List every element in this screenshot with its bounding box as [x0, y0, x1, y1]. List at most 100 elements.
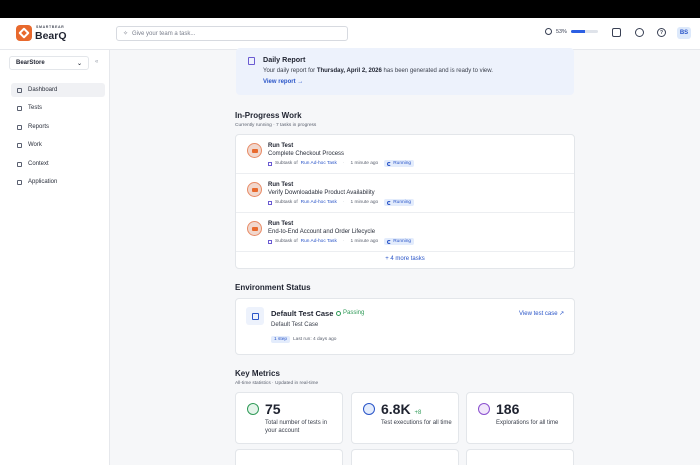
separator: · — [342, 161, 345, 166]
spinner-icon — [387, 239, 392, 244]
spinner-icon — [387, 161, 392, 166]
metric-number: 6.8K — [381, 401, 411, 417]
metric-label: Test executions for all time — [381, 420, 452, 426]
bot-avatar-icon — [247, 182, 262, 197]
subtask-prefix: Subtask of — [275, 239, 298, 244]
subtask-link[interactable]: Run Ad-hoc Task — [301, 200, 337, 205]
separator: · — [342, 200, 345, 205]
separator: · — [342, 239, 345, 244]
env-case-title: Default Test Case — [271, 309, 334, 318]
task-row[interactable]: Run Test End-to-End Account and Order Li… — [236, 213, 574, 252]
brand-small: SMARTBEAR — [36, 25, 65, 29]
top-black-bar — [0, 0, 700, 18]
subtask-icon — [268, 239, 272, 244]
metric-card-tests[interactable]: 75 Total number of tests in your account — [235, 392, 343, 444]
metric-number: 186 — [496, 401, 520, 417]
sidebar-item-label: Dashboard — [28, 87, 58, 93]
document-icon — [248, 57, 255, 65]
task-time: 1 minute ago — [350, 200, 379, 205]
report-text-before: Your daily report for — [263, 68, 316, 74]
subtask-prefix: Subtask of — [275, 161, 298, 166]
spinner-icon — [387, 200, 392, 205]
bot-avatar-icon — [247, 143, 262, 158]
task-name: Complete Checkout Process — [268, 151, 345, 157]
sidebar-item-work[interactable]: Work — [11, 138, 105, 152]
sidebar-item-label: Context — [28, 161, 49, 167]
help-icon[interactable]: ? — [657, 28, 666, 37]
more-tasks-link[interactable]: + 4 more tasks — [236, 256, 574, 262]
task-name: End-to-End Account and Order Lifecycle — [268, 229, 376, 235]
metric-label: Total number of tests in your account — [265, 420, 328, 434]
in-progress-subtitle: Currently running · 7 tasks in progress — [235, 123, 317, 128]
report-text: Your daily report for Thursday, April 2,… — [263, 68, 493, 74]
metric-card-executions[interactable]: 6.8K +8 Test executions for all time — [351, 392, 459, 444]
task-row[interactable]: Run Test Complete Checkout Process Subta… — [236, 135, 574, 174]
sidebar-item-dashboard[interactable]: Dashboard — [11, 83, 105, 97]
status-label: Running — [393, 239, 412, 244]
sparkle-icon: ✧ — [123, 31, 129, 37]
metric-card-explorations[interactable]: 186 Explorations for all time — [466, 392, 574, 444]
task-meta: Subtask of Run Ad-hoc Task · 1 minute ag… — [268, 160, 415, 167]
task-meta: Subtask of Run Ad-hoc Task · 1 minute ag… — [268, 238, 415, 245]
task-type: Run Test — [268, 182, 294, 188]
usage-progress[interactable]: 53% — [545, 28, 598, 35]
sidebar-item-reports[interactable]: Reports — [11, 120, 105, 134]
task-input[interactable]: ✧ Give your team a task... — [116, 26, 348, 41]
settings-icon[interactable] — [635, 28, 644, 37]
status-label: Running — [393, 200, 412, 205]
report-text-after: has been generated and is ready to view. — [383, 68, 493, 74]
store-name: BearStore — [16, 60, 45, 66]
progress-gear-icon — [545, 28, 552, 35]
task-time: 1 minute ago — [350, 161, 379, 166]
task-name: Verify Downloadable Product Availability — [268, 190, 375, 196]
bearq-logo[interactable] — [16, 25, 32, 41]
map-icon — [478, 403, 490, 415]
in-progress-title: In-Progress Work — [235, 111, 302, 120]
play-icon — [363, 403, 375, 415]
env-icon-box — [246, 307, 264, 325]
sidebar-item-tests[interactable]: Tests — [11, 101, 105, 115]
view-report-link[interactable]: View report → — [263, 79, 303, 85]
subtask-link[interactable]: Run Ad-hoc Task — [301, 161, 337, 166]
report-title: Daily Report — [263, 55, 306, 64]
user-avatar[interactable]: BS — [677, 27, 691, 39]
collapse-sidebar-icon[interactable]: « — [95, 59, 98, 65]
task-row[interactable]: Run Test Verify Downloadable Product Ava… — [236, 174, 574, 213]
message-icon[interactable] — [612, 28, 621, 37]
metric-value: 6.8K +8 — [381, 401, 421, 417]
metric-card-partial — [466, 449, 574, 465]
metrics-title: Key Metrics — [235, 369, 280, 378]
subtask-icon — [268, 200, 272, 205]
subtask-icon — [268, 161, 272, 166]
task-time: 1 minute ago — [350, 239, 379, 244]
sidebar-item-label: Reports — [28, 124, 50, 130]
chevron-down-icon: ⌄ — [76, 60, 82, 67]
environment-title: Environment Status — [235, 283, 311, 292]
report-date: Thursday, April 2, 2026 — [316, 68, 382, 74]
progress-percent: 53% — [556, 28, 567, 35]
progress-bar — [570, 30, 598, 33]
reports-icon — [17, 124, 22, 130]
layers-icon — [251, 312, 259, 320]
application-icon — [17, 179, 22, 185]
sidebar-item-label: Work — [28, 142, 42, 148]
metric-card-partial — [235, 449, 343, 465]
task-meta: Subtask of Run Ad-hoc Task · 1 minute ag… — [268, 199, 415, 206]
work-icon — [17, 142, 22, 148]
store-selector[interactable]: BearStore ⌄ — [9, 56, 89, 70]
metric-card-partial — [351, 449, 459, 465]
view-test-case-link[interactable]: View test case ↗ — [519, 310, 564, 317]
sidebar-item-context[interactable]: Context — [11, 157, 105, 171]
status-badge: Running — [384, 160, 415, 167]
pencil-icon — [247, 403, 259, 415]
subtask-link[interactable]: Run Ad-hoc Task — [301, 239, 337, 244]
tests-icon — [17, 105, 22, 111]
brand-name: BearQ — [35, 30, 67, 42]
task-input-placeholder: Give your team a task... — [132, 30, 196, 37]
env-last-run: Last run: 4 days ago — [293, 337, 337, 342]
status-badge: Running — [384, 199, 415, 206]
sidebar-item-application[interactable]: Application — [11, 175, 105, 189]
check-circle-icon — [336, 310, 341, 316]
metric-number: 75 — [265, 401, 281, 417]
bot-avatar-icon — [247, 221, 262, 236]
